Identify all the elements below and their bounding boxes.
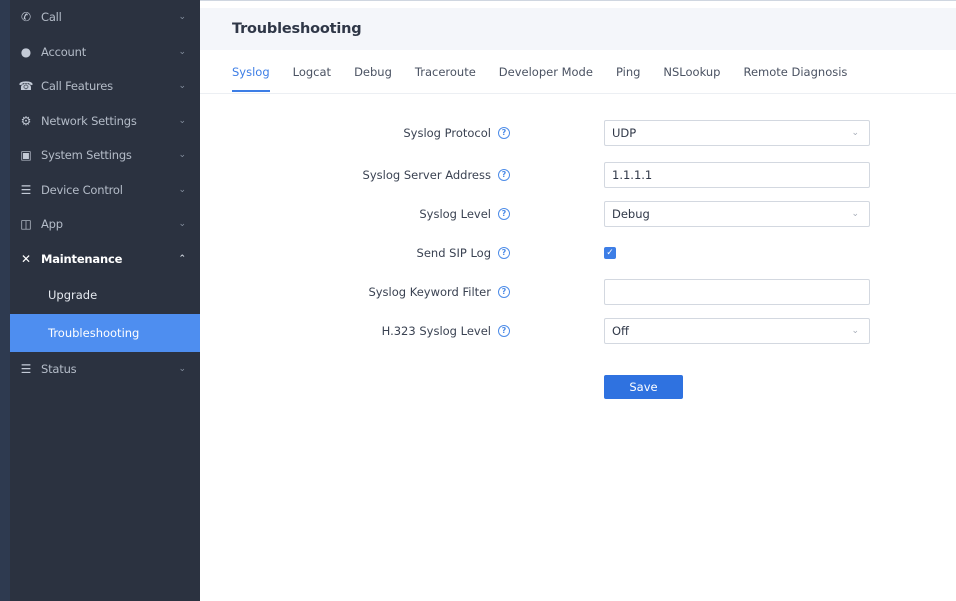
sidebar-item-app[interactable]: ◫ App ⌄ xyxy=(10,207,200,242)
chevron-down-icon: ⌄ xyxy=(178,364,186,375)
page-header: Troubleshooting xyxy=(200,8,956,50)
h323-syslog-level-select[interactable]: Off ⌄ xyxy=(604,318,870,344)
chevron-down-icon: ⌄ xyxy=(851,128,859,138)
list-icon: ☰ xyxy=(20,362,32,377)
sidebar-item-label: Maintenance xyxy=(41,251,123,266)
sidebar-item-status[interactable]: ☰ Status ⌄ xyxy=(10,352,200,387)
syslog-protocol-label-wrap: Syslog Protocol ? xyxy=(403,120,510,146)
chevron-down-icon: ⌄ xyxy=(178,115,186,126)
syslog-protocol-label: Syslog Protocol xyxy=(403,126,491,140)
maintenance-submenu: Upgrade Troubleshooting xyxy=(10,276,200,352)
tools-icon: ✕ xyxy=(20,251,32,266)
syslog-level-label: Syslog Level xyxy=(419,207,491,221)
sidebar-item-label: Device Control xyxy=(41,182,123,197)
list-icon: ☰ xyxy=(20,182,32,197)
h323-syslog-level-value: Off xyxy=(612,324,629,338)
send-sip-log-label: Send SIP Log xyxy=(416,246,491,260)
syslog-level-label-wrap: Syslog Level ? xyxy=(419,201,510,227)
syslog-server-address-label-wrap: Syslog Server Address ? xyxy=(363,162,510,188)
tab-traceroute[interactable]: Traceroute xyxy=(415,50,476,94)
chevron-down-icon: ⌄ xyxy=(178,219,186,230)
h323-syslog-level-label: H.323 Syslog Level xyxy=(381,324,491,338)
chevron-down-icon: ⌄ xyxy=(178,150,186,161)
sidebar-item-label: System Settings xyxy=(41,148,132,163)
syslog-level-select[interactable]: Debug ⌄ xyxy=(604,201,870,227)
sidebar-item-label: Call Features xyxy=(41,79,113,94)
syslog-keyword-filter-label-wrap: Syslog Keyword Filter ? xyxy=(368,279,510,305)
sidebar-item-network-settings[interactable]: ⚙ Network Settings ⌄ xyxy=(10,104,200,139)
help-icon[interactable]: ? xyxy=(498,325,510,337)
sidebar-item-system-settings[interactable]: ▣ System Settings ⌄ xyxy=(10,138,200,173)
tab-bar: Syslog Logcat Debug Traceroute Developer… xyxy=(200,50,956,94)
syslog-keyword-filter-label: Syslog Keyword Filter xyxy=(368,285,491,299)
help-icon[interactable]: ? xyxy=(498,208,510,220)
sidebar-item-label: Call xyxy=(41,10,62,25)
syslog-keyword-filter-input[interactable] xyxy=(604,279,870,305)
syslog-level-row: Syslog Level ? Debug ⌄ xyxy=(200,201,900,227)
chevron-down-icon: ⌄ xyxy=(178,81,186,92)
help-icon[interactable]: ? xyxy=(498,169,510,181)
sidebar: ✆ Call ⌄ ● Account ⌄ ☎ Call Features ⌄ ⚙… xyxy=(0,0,200,601)
send-sip-log-checkbox[interactable]: ✓ xyxy=(604,247,616,259)
help-icon[interactable]: ? xyxy=(498,247,510,259)
syslog-keyword-filter-row: Syslog Keyword Filter ? xyxy=(200,279,900,305)
help-icon[interactable]: ? xyxy=(498,286,510,298)
chevron-down-icon: ⌄ xyxy=(178,12,186,23)
tab-logcat[interactable]: Logcat xyxy=(293,50,331,94)
sidebar-item-maintenance[interactable]: ✕ Maintenance ⌃ xyxy=(10,242,200,277)
sidebar-subitem-troubleshooting[interactable]: Troubleshooting xyxy=(10,314,200,352)
system-settings-icon: ▣ xyxy=(20,148,32,163)
sidebar-item-call[interactable]: ✆ Call ⌄ xyxy=(10,0,200,35)
send-sip-log-label-wrap: Send SIP Log ? xyxy=(417,240,510,266)
app-icon: ◫ xyxy=(20,217,32,232)
user-icon: ● xyxy=(20,44,32,59)
tab-developer-mode[interactable]: Developer Mode xyxy=(499,50,593,94)
save-button[interactable]: Save xyxy=(604,375,683,399)
tab-ping[interactable]: Ping xyxy=(616,50,640,94)
chevron-down-icon: ⌄ xyxy=(851,209,859,219)
tab-syslog[interactable]: Syslog xyxy=(232,50,270,94)
sidebar-item-device-control[interactable]: ☰ Device Control ⌄ xyxy=(10,173,200,208)
h323-syslog-level-row: H.323 Syslog Level ? Off ⌄ xyxy=(200,318,900,344)
syslog-level-value: Debug xyxy=(612,207,650,221)
sidebar-item-label: Network Settings xyxy=(41,113,137,128)
syslog-server-address-row: Syslog Server Address ? 1.1.1.1 xyxy=(200,162,900,188)
sidebar-item-label: Account xyxy=(41,44,87,59)
syslog-server-address-label: Syslog Server Address xyxy=(362,168,491,182)
sidebar-item-call-features[interactable]: ☎ Call Features ⌄ xyxy=(10,69,200,104)
sidebar-item-account[interactable]: ● Account ⌄ xyxy=(10,35,200,70)
top-bar xyxy=(200,0,956,8)
sidebar-item-label: App xyxy=(41,217,63,232)
sidebar-subitem-upgrade[interactable]: Upgrade xyxy=(10,276,200,314)
chevron-down-icon: ⌄ xyxy=(851,326,859,336)
h323-syslog-level-label-wrap: H.323 Syslog Level ? xyxy=(382,318,510,344)
phone-icon: ☎ xyxy=(18,79,34,94)
syslog-protocol-value: UDP xyxy=(612,126,637,140)
chevron-down-icon: ⌄ xyxy=(178,184,186,195)
tab-remote-diagnosis[interactable]: Remote Diagnosis xyxy=(743,50,847,94)
syslog-protocol-select[interactable]: UDP ⌄ xyxy=(604,120,870,146)
phone-call-icon: ✆ xyxy=(20,10,32,25)
help-icon[interactable]: ? xyxy=(498,127,510,139)
syslog-server-address-input[interactable]: 1.1.1.1 xyxy=(604,162,870,188)
chevron-up-icon: ⌃ xyxy=(178,253,186,264)
syslog-server-address-value: 1.1.1.1 xyxy=(612,168,653,182)
network-icon: ⚙ xyxy=(20,113,32,128)
tab-debug[interactable]: Debug xyxy=(354,50,392,94)
chevron-down-icon: ⌄ xyxy=(178,46,186,57)
sidebar-item-label: Status xyxy=(41,362,77,377)
tab-nslookup[interactable]: NSLookup xyxy=(663,50,720,94)
page-title: Troubleshooting xyxy=(232,21,362,37)
main-panel: Troubleshooting Syslog Logcat Debug Trac… xyxy=(200,0,956,601)
send-sip-log-row: Send SIP Log ? ✓ xyxy=(200,240,900,266)
syslog-protocol-row: Syslog Protocol ? UDP ⌄ xyxy=(200,120,900,146)
